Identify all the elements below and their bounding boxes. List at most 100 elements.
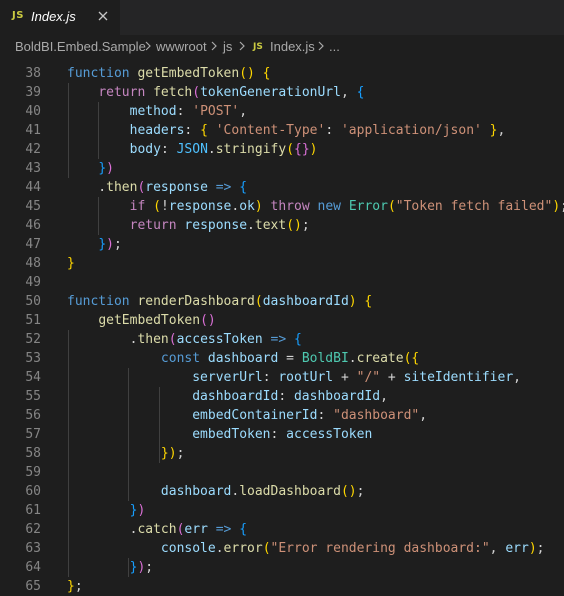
code-token: { bbox=[239, 522, 248, 537]
code-token: serverUrl bbox=[192, 370, 263, 385]
code-token: : bbox=[176, 104, 193, 119]
code-line[interactable]: 40 method: 'POST', bbox=[0, 102, 564, 121]
code-token: ( bbox=[387, 199, 396, 214]
code-line[interactable]: 60 dashboard.loadDashboard(); bbox=[0, 482, 564, 501]
code-text: } bbox=[67, 254, 75, 273]
code-token: { bbox=[200, 123, 216, 138]
code-text: serverUrl: rootUrl + "/" + siteIdentifie… bbox=[67, 368, 521, 387]
code-line[interactable]: 64 }); bbox=[0, 558, 564, 577]
code-line[interactable]: 57 embedToken: accessToken bbox=[0, 425, 564, 444]
code-editor[interactable]: 38 function getEmbedToken() {39 return fe… bbox=[0, 64, 564, 596]
code-line[interactable]: 47 }); bbox=[0, 235, 564, 254]
code-token: ) { bbox=[348, 294, 373, 309]
code-line[interactable]: 62 .catch(err => { bbox=[0, 520, 564, 539]
line-number: 48 bbox=[25, 256, 41, 271]
code-token: loadDashboard bbox=[239, 484, 341, 499]
code-token: siteIdentifier bbox=[403, 370, 514, 385]
code-line[interactable]: 45 if (!response.ok) throw new Error("To… bbox=[0, 197, 564, 216]
code-token: ; bbox=[145, 560, 154, 575]
code-token: ; bbox=[536, 541, 545, 556]
code-token: throw bbox=[262, 199, 318, 214]
code-line[interactable]: 52 .then(accessToken => { bbox=[0, 330, 564, 349]
line-number: 53 bbox=[25, 351, 41, 366]
code-line[interactable]: 54 serverUrl: rootUrl + "/" + siteIdenti… bbox=[0, 368, 564, 387]
code-token: catch bbox=[137, 522, 177, 537]
code-line[interactable]: 50 function renderDashboard(dashboardId) … bbox=[0, 292, 564, 311]
code-token: : bbox=[184, 123, 201, 138]
code-text: .then(accessToken => { bbox=[67, 330, 302, 349]
code-line[interactable]: 56 embedContainerId: "dashboard", bbox=[0, 406, 564, 425]
code-token: } bbox=[98, 161, 107, 176]
code-line[interactable]: 46 return response.text(); bbox=[0, 216, 564, 235]
code-line[interactable]: 49 bbox=[0, 273, 564, 292]
code-token: return bbox=[98, 85, 154, 100]
code-line[interactable]: 39 return fetch(tokenGenerationUrl, { bbox=[0, 83, 564, 102]
code-token: getEmbedToken bbox=[137, 66, 240, 81]
line-number: 38 bbox=[25, 66, 41, 81]
code-token: . bbox=[247, 218, 255, 233]
code-line[interactable]: 63 console.error("Error rendering dashbo… bbox=[0, 539, 564, 558]
code-token: rootUrl bbox=[278, 370, 334, 385]
code-token: , bbox=[239, 104, 248, 119]
code-token: . bbox=[67, 522, 138, 537]
line-number: 43 bbox=[25, 161, 41, 176]
code-token: BoldBI bbox=[301, 351, 349, 366]
code-token: ; bbox=[74, 579, 83, 594]
code-token: () bbox=[340, 484, 357, 499]
code-token: } bbox=[67, 579, 75, 594]
code-text: if (!response.ok) throw new Error("Token… bbox=[67, 197, 564, 216]
code-token: : bbox=[317, 408, 334, 423]
code-token: response bbox=[184, 218, 248, 233]
code-token: ) bbox=[552, 199, 561, 214]
code-text: getEmbedToken() bbox=[67, 311, 215, 330]
code-line[interactable]: 41 headers: { 'Content-Type': 'applicati… bbox=[0, 121, 564, 140]
line-number: 46 bbox=[25, 218, 41, 233]
code-token: dashboard bbox=[160, 484, 232, 499]
line-number: 44 bbox=[25, 180, 41, 195]
code-token: = bbox=[278, 351, 302, 366]
code-token: ) bbox=[137, 503, 146, 518]
code-line[interactable]: 43 }) bbox=[0, 159, 564, 178]
code-text: dashboard.loadDashboard(); bbox=[67, 482, 365, 501]
breadcrumb-item-wwwroot[interactable]: wwwroot bbox=[156, 39, 207, 54]
code-line[interactable]: 38 function getEmbedToken() { bbox=[0, 64, 564, 83]
close-icon[interactable] bbox=[95, 8, 111, 24]
breadcrumb-item-file[interactable]: Index.js bbox=[270, 39, 315, 54]
code-token: => bbox=[262, 332, 294, 347]
code-token: err bbox=[505, 541, 529, 556]
tab-index-js[interactable]: JS Index.js bbox=[0, 0, 120, 35]
code-token: , bbox=[489, 541, 506, 556]
code-line[interactable]: 44 .then(response => { bbox=[0, 178, 564, 197]
code-line[interactable]: 42 body: JSON.stringify({}) bbox=[0, 140, 564, 159]
code-line[interactable]: 53 const dashboard = BoldBI.create({ bbox=[0, 349, 564, 368]
breadcrumb-item-js[interactable]: js bbox=[223, 39, 232, 54]
code-token: { bbox=[356, 85, 365, 100]
code-token: . bbox=[67, 332, 138, 347]
code-token: dashboardId bbox=[293, 389, 381, 404]
code-line[interactable]: 58 }); bbox=[0, 444, 564, 463]
breadcrumb-item-project[interactable]: BoldBI.Embed.Sample bbox=[15, 39, 146, 54]
code-token: () bbox=[286, 218, 302, 233]
code-token: : bbox=[262, 370, 279, 385]
code-line[interactable]: 48} bbox=[0, 254, 564, 273]
line-number: 64 bbox=[25, 560, 41, 575]
code-token: . bbox=[348, 351, 357, 366]
code-line[interactable]: 61 }) bbox=[0, 501, 564, 520]
code-token: text bbox=[254, 218, 287, 233]
code-token: method bbox=[129, 104, 177, 119]
code-line[interactable]: 59 bbox=[0, 463, 564, 482]
code-token: . bbox=[215, 541, 224, 556]
code-line[interactable]: 65}; bbox=[0, 577, 564, 596]
code-token: embedToken bbox=[192, 427, 271, 442]
code-token: JSON bbox=[176, 142, 208, 157]
code-line[interactable]: 51 getEmbedToken() bbox=[0, 311, 564, 330]
code-text: }); bbox=[67, 444, 184, 463]
code-line[interactable]: 55 dashboardId: dashboardId, bbox=[0, 387, 564, 406]
code-token: ) bbox=[309, 142, 318, 157]
code-token: : bbox=[270, 427, 287, 442]
breadcrumb-item-symbol[interactable]: ... bbox=[329, 39, 340, 54]
code-token: const bbox=[160, 351, 208, 366]
line-number: 65 bbox=[25, 579, 41, 594]
